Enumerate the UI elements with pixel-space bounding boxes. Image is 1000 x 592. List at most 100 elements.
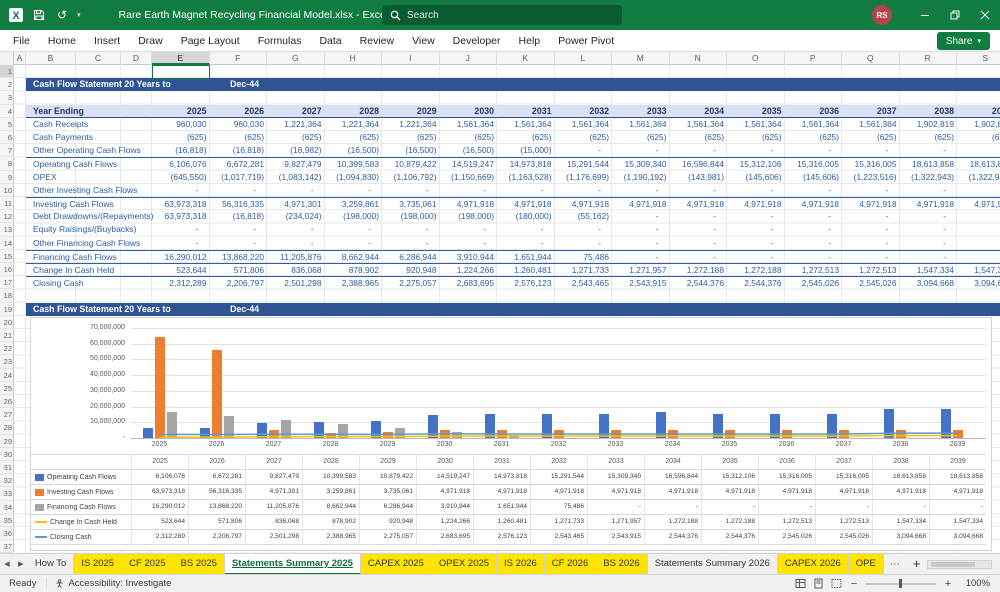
ribbon-tab-help[interactable]: Help [510, 30, 550, 52]
cell-value[interactable]: - [497, 223, 555, 236]
accessibility-button[interactable]: Accessibility: Investigate [46, 578, 179, 589]
sheet-tab-is-2026[interactable]: IS 2026 [497, 554, 545, 575]
row-header-18[interactable]: 18 [0, 289, 14, 303]
column-header-k[interactable]: K [497, 52, 555, 65]
avatar[interactable]: RS [872, 5, 892, 25]
cell-value[interactable]: (16,818) [210, 210, 268, 223]
cell-value[interactable]: 2,544,376 [727, 277, 785, 290]
cell-value[interactable]: - [670, 144, 728, 157]
cell-value[interactable]: - [210, 223, 268, 236]
search-bar[interactable] [382, 5, 622, 25]
sheet-tab-opex-2025[interactable]: OPEX 2025 [431, 554, 498, 575]
cell-value[interactable]: (625) [267, 131, 325, 144]
column-header-c[interactable]: C [76, 52, 121, 65]
row-header-5[interactable]: 5 [0, 118, 14, 131]
column-header-s[interactable]: S [957, 52, 1000, 65]
row-header-14[interactable]: 14 [0, 237, 14, 250]
share-button[interactable]: Share ▾ [936, 32, 990, 50]
cell-value[interactable]: 2,275,057 [382, 277, 440, 290]
row-header-30[interactable]: 30 [0, 448, 14, 461]
cell-value[interactable]: 960,030 [210, 118, 268, 131]
horizontal-scrollbar[interactable] [927, 559, 992, 569]
cell-value[interactable]: 1,561,364 [670, 118, 728, 131]
row-header-20[interactable]: 20 [0, 316, 14, 329]
row-header-32[interactable]: 32 [0, 474, 14, 488]
cell-value[interactable]: (15,000) [497, 144, 555, 157]
ribbon-tab-draw[interactable]: Draw [129, 30, 172, 52]
ribbon-tab-insert[interactable]: Insert [85, 30, 129, 52]
row-header-28[interactable]: 28 [0, 421, 14, 435]
row-header-12[interactable]: 12 [0, 210, 14, 224]
cell-value[interactable]: - [900, 144, 958, 157]
cell-value[interactable]: 1,561,364 [612, 118, 670, 131]
ribbon-tab-data[interactable]: Data [310, 30, 350, 52]
cell-value[interactable]: - [210, 184, 268, 197]
cell-value[interactable]: - [842, 184, 900, 197]
cell-value[interactable]: 1,221,364 [267, 118, 325, 131]
cell-value[interactable]: - [785, 223, 843, 236]
cell-value[interactable]: (145,606) [727, 171, 785, 184]
cell-value[interactable]: (1,017,719) [210, 171, 268, 184]
cell-value[interactable]: - [900, 184, 958, 197]
cell-value[interactable]: - [555, 223, 613, 236]
cell-value[interactable]: - [152, 237, 210, 250]
zoom-out-button[interactable]: − [849, 578, 859, 590]
cell-value[interactable]: (1,163,528) [497, 171, 555, 184]
row-label[interactable]: Other Financing Cash Flows [33, 237, 140, 250]
column-header-q[interactable]: Q [842, 52, 900, 65]
row-header-15[interactable]: 15 [0, 250, 14, 263]
cell-value[interactable]: (1,083,142) [267, 171, 325, 184]
cell-value[interactable]: 1,221,364 [325, 118, 383, 131]
row-header-27[interactable]: 27 [0, 408, 14, 422]
cell-value[interactable]: - [842, 210, 900, 223]
cell-value[interactable]: - [382, 223, 440, 236]
cell-value[interactable]: 1,561,364 [440, 118, 498, 131]
row-header-23[interactable]: 23 [0, 355, 14, 369]
cell-value[interactable]: - [727, 223, 785, 236]
cell-value[interactable]: - [842, 237, 900, 250]
cell-value[interactable]: (625) [842, 131, 900, 144]
cell-value[interactable]: (1,106,792) [382, 171, 440, 184]
cell-value[interactable]: - [612, 184, 670, 197]
page-break-view-button[interactable] [831, 578, 842, 589]
cell-value[interactable]: (625) [555, 131, 613, 144]
cell-value[interactable]: - [727, 237, 785, 250]
zoom-slider-thumb[interactable] [899, 579, 902, 588]
sheet-tab-capex-2025[interactable]: CAPEX 2025 [360, 554, 432, 575]
row-header-11[interactable]: 11 [0, 197, 14, 211]
cell-value[interactable]: - [267, 223, 325, 236]
row-header-7[interactable]: 7 [0, 144, 14, 158]
cell-value[interactable]: 1,561,364 [842, 118, 900, 131]
cell-value[interactable]: 1,561,364 [555, 118, 613, 131]
cell-value[interactable]: (143,981) [670, 171, 728, 184]
cell-value[interactable]: 2,683,695 [440, 277, 498, 290]
row-header-3[interactable]: 3 [0, 91, 14, 105]
cell-value[interactable]: - [612, 237, 670, 250]
save-icon[interactable] [31, 7, 47, 23]
column-header-b[interactable]: B [26, 52, 76, 65]
window-minimize-button[interactable] [910, 0, 940, 30]
cell-value[interactable]: 3,094,668 [957, 277, 1000, 290]
cell-value[interactable]: 960,030 [152, 118, 210, 131]
cell-value[interactable]: 1,902,819 [957, 118, 1000, 131]
column-header-r[interactable]: R [900, 52, 957, 65]
row-header-8[interactable]: 8 [0, 157, 14, 171]
row-label[interactable]: Closing Cash [33, 277, 84, 290]
column-header-e[interactable]: E [152, 52, 210, 65]
cell-value[interactable]: 2,543,465 [555, 277, 613, 290]
row-label[interactable]: OPEX [33, 171, 57, 184]
cell-value[interactable]: (1,094,830) [325, 171, 383, 184]
row-header-4[interactable]: 4 [0, 105, 14, 118]
row-header-1[interactable]: 1 [0, 65, 14, 79]
ribbon-tab-power-pivot[interactable]: Power Pivot [549, 30, 623, 52]
row-header-9[interactable]: 9 [0, 171, 14, 184]
row-label[interactable]: Other Operating Cash Flows [33, 144, 141, 157]
cell-value[interactable]: - [325, 184, 383, 197]
column-header-m[interactable]: M [612, 52, 670, 65]
cell-value[interactable]: - [210, 237, 268, 250]
cell-value[interactable]: - [440, 184, 498, 197]
cell-value[interactable]: (198,000) [440, 210, 498, 223]
cell-value[interactable]: (145,606) [785, 171, 843, 184]
row-label[interactable]: Debt Drawdowns/(Repayments) [33, 210, 153, 223]
column-header-i[interactable]: I [382, 52, 440, 65]
